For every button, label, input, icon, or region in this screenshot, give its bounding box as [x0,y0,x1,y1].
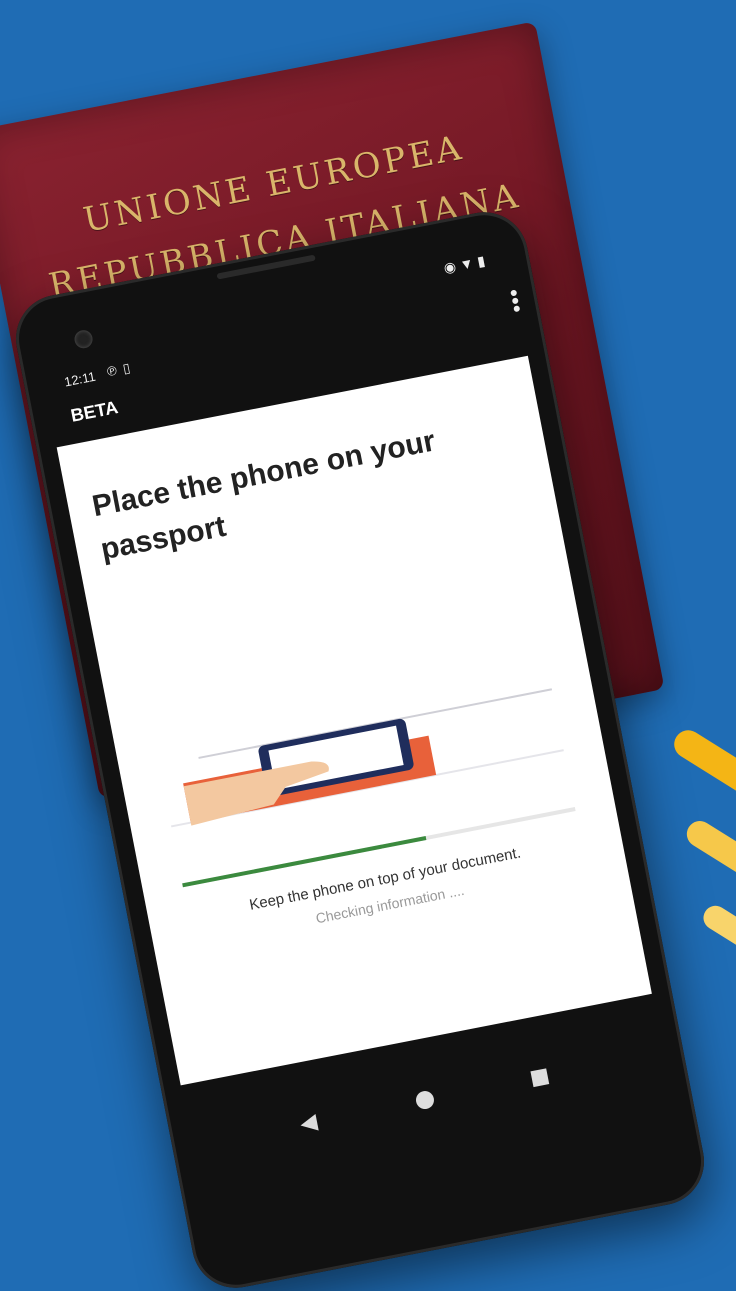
sim-icon: ▯ [121,360,132,377]
scene: UNIONE EUROPEA REPUBBLICA ITALIANA 12:11… [0,0,736,1291]
recents-icon[interactable] [530,1068,550,1088]
front-camera [72,328,95,350]
notification-icon: ℗ [105,362,119,380]
status-time: 12:11 [62,368,97,390]
home-icon[interactable] [414,1089,436,1111]
overflow-menu-icon[interactable]: • • • [508,280,523,322]
app-label: BETA [69,397,120,426]
accent-stroke-1 [668,724,736,808]
back-icon[interactable]: ◀ [298,1108,320,1137]
page-title: Place the phone on your passport [89,424,438,567]
accent-stroke-3 [698,901,736,959]
phone: 12:11 ℗ ▯ ◉▼▮ • • • BETA Place the phone o… [8,204,712,1291]
accent-stroke-2 [681,816,736,886]
signal-wifi-battery-icon: ◉▼▮ [442,251,491,277]
app-screen: Place the phone on your passport Keep th… [56,355,652,1086]
